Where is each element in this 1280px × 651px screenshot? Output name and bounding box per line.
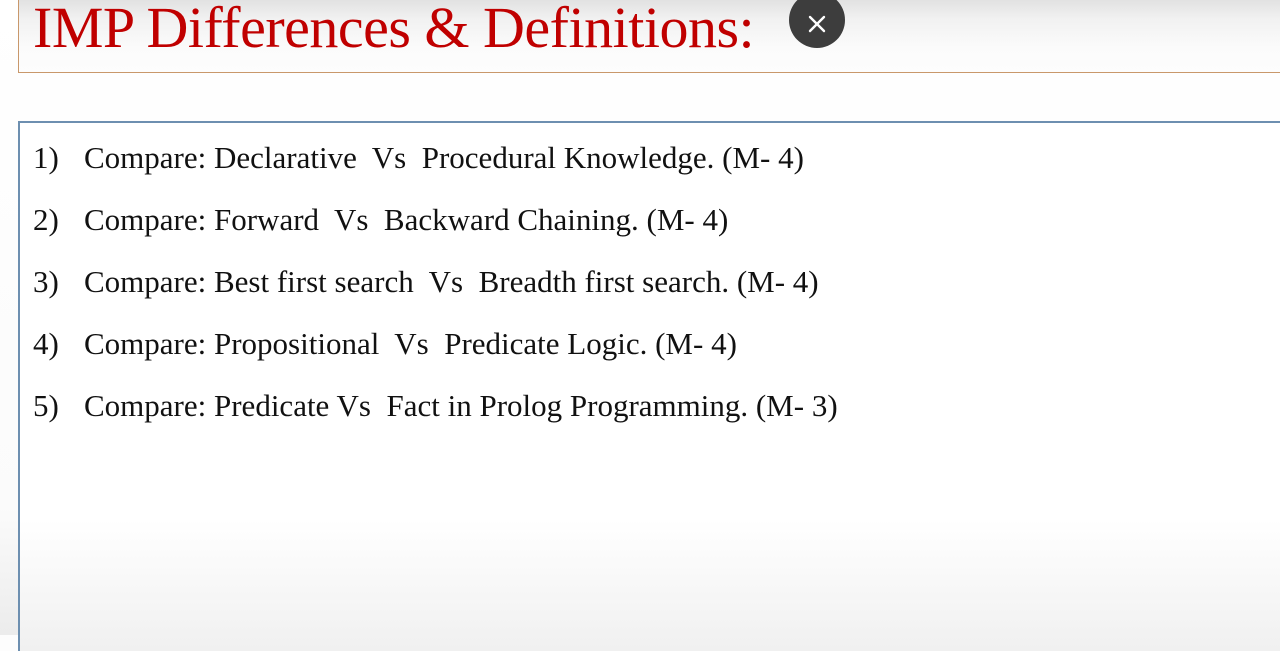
item-number: 1) [33,140,59,175]
item-number: 3) [33,264,59,299]
close-icon [808,15,826,33]
item-text: Compare: Declarative Vs Procedural Knowl… [84,140,804,175]
item-text: Compare: Best first search Vs Breadth fi… [84,264,819,299]
list-item: 3) Compare: Best first search Vs Breadth … [33,262,838,324]
item-text: Compare: Forward Vs Backward Chaining. (… [84,202,729,237]
item-text: Compare: Propositional Vs Predicate Logi… [84,326,737,361]
item-number: 5) [33,388,59,423]
question-list: 1) Compare: Declarative Vs Procedural Kno… [33,138,838,448]
list-item: 5) Compare: Predicate Vs Fact in Prolog P… [33,386,838,448]
slide-title: IMP Differences & Definitions: [33,0,755,60]
list-item: 2) Compare: Forward Vs Backward Chaining.… [33,200,838,262]
list-item: 4) Compare: Propositional Vs Predicate Lo… [33,324,838,386]
item-number: 4) [33,326,59,361]
list-item: 1) Compare: Declarative Vs Procedural Kno… [33,138,838,200]
item-number: 2) [33,202,59,237]
item-text: Compare: Predicate Vs Fact in Prolog Pro… [84,388,838,423]
